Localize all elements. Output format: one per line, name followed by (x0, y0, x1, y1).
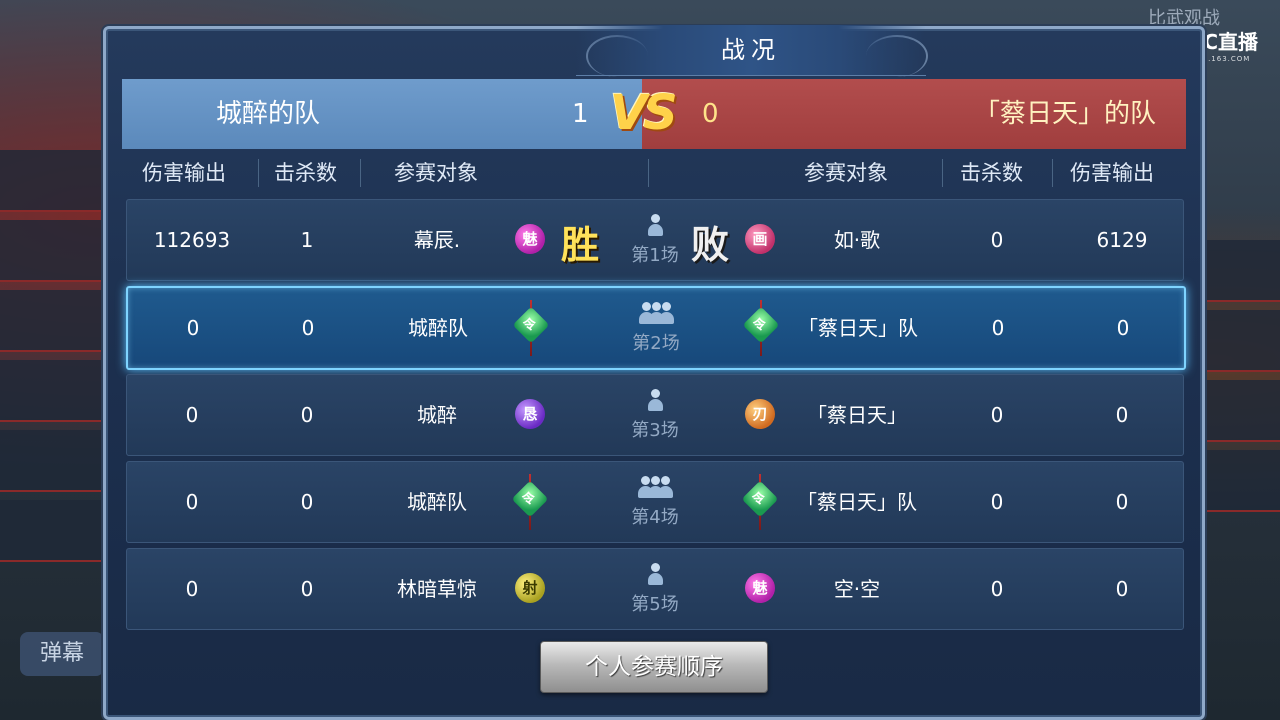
danmaku-button[interactable]: 弹幕 (20, 632, 104, 676)
team-icon (636, 302, 676, 332)
participant-right: 「蔡日天」队 (797, 490, 917, 514)
roster-slot (1200, 310, 1280, 372)
damage-left: 0 (185, 403, 199, 427)
match-number: 第2场 (632, 333, 680, 354)
roster-slot (0, 360, 110, 422)
lose-label: 败 (691, 223, 730, 267)
kills-right: 0 (990, 490, 1004, 514)
left-team-banner (122, 79, 642, 149)
header-participant-left: 参赛对象 (394, 161, 478, 185)
damage-left: 0 (185, 490, 199, 514)
roster-slot (1200, 450, 1280, 512)
header-damage-right: 伤害输出 (1070, 161, 1154, 185)
match-row-5[interactable]: 0 0 林暗草惊 射 第5场 魅 空·空 0 0 (126, 548, 1184, 630)
damage-right: 0 (1115, 490, 1129, 514)
header-divider (1052, 159, 1053, 187)
participant-right: 「蔡日天」 (807, 403, 907, 427)
team-token-right-label: 令 (752, 492, 766, 508)
roster-slot (0, 430, 110, 492)
participant-right: 如·歌 (833, 228, 881, 252)
class-badge-right: 魅 (745, 573, 775, 603)
kills-right: 0 (990, 403, 1004, 427)
right-team-score: 0 (702, 99, 719, 129)
damage-right: 0 (1115, 577, 1129, 601)
match-row-2[interactable]: 0 0 城醉队 令 第2场 令 「蔡日天」队 0 0 (126, 286, 1186, 370)
kills-right: 0 (991, 316, 1005, 340)
battle-status-panel: 战况 城醉的队 1 VS 0 「蔡日天」的队 伤害输出 击杀数 参赛对象 参赛对… (103, 25, 1205, 720)
kills-left: 0 (300, 490, 314, 514)
damage-right: 0 (1115, 403, 1129, 427)
roster-slot (0, 220, 110, 282)
participant-left: 幕辰. (413, 228, 461, 252)
single-player-icon (635, 563, 675, 593)
team-token-right: 令 (741, 480, 779, 518)
match-number: 第3场 (631, 420, 679, 441)
left-team-name: 城醉的队 (216, 99, 321, 129)
match-number: 第5场 (631, 594, 679, 615)
participant-left: 城醉 (417, 403, 457, 427)
kills-right: 0 (990, 228, 1004, 252)
background-left-roster (0, 150, 110, 620)
participant-right: 空·空 (833, 577, 881, 601)
panel-title: 战况 (576, 25, 926, 76)
header-divider (942, 159, 943, 187)
header-divider (360, 159, 361, 187)
match-number: 第4场 (631, 507, 679, 528)
class-badge-left: 恳 (515, 399, 545, 429)
damage-left: 0 (185, 577, 199, 601)
kills-left: 1 (300, 228, 314, 252)
participant-right: 「蔡日天」队 (798, 316, 918, 340)
match-row-3[interactable]: 0 0 城醉 恳 第3场 刃 「蔡日天」 0 0 (126, 374, 1184, 456)
team-token-left-label: 令 (522, 492, 536, 508)
roster-slot (1200, 240, 1280, 302)
team-token-right-label: 令 (753, 318, 767, 334)
single-player-icon (635, 389, 675, 419)
roster-slot (0, 150, 110, 212)
left-team-score: 1 (572, 99, 589, 129)
match-row-4[interactable]: 0 0 城醉队 令 第4场 令 「蔡日天」队 0 0 (126, 461, 1184, 543)
match-number: 第1场 (631, 245, 679, 266)
team-token-left-label: 令 (523, 318, 537, 334)
vs-emblem: VS (610, 85, 678, 141)
class-badge-left: 射 (515, 573, 545, 603)
kills-left: 0 (300, 577, 314, 601)
participant-left: 城醉队 (408, 316, 468, 340)
class-badge-right: 刃 (745, 399, 775, 429)
match-row-1[interactable]: 112693 1 幕辰. 魅 胜 第1场 败 画 如·歌 0 6129 (126, 199, 1184, 281)
header-participant-right: 参赛对象 (804, 161, 888, 185)
header-damage-left: 伤害输出 (142, 161, 226, 185)
kills-left: 0 (300, 403, 314, 427)
personal-order-button[interactable]: 个人参赛顺序 (540, 641, 768, 693)
damage-left: 0 (186, 316, 200, 340)
header-divider (648, 159, 649, 187)
roster-slot (1200, 380, 1280, 442)
header-divider (258, 159, 259, 187)
team-icon (635, 476, 675, 506)
team-token-left: 令 (511, 480, 549, 518)
team-token-left: 令 (512, 306, 550, 344)
single-player-icon (635, 214, 675, 244)
participant-left: 林暗草惊 (397, 577, 477, 601)
right-team-name: 「蔡日天」的队 (973, 99, 1156, 129)
score-bar: 城醉的队 1 VS 0 「蔡日天」的队 (122, 79, 1186, 149)
header-kills-right: 击杀数 (960, 161, 1023, 185)
team-token-right: 令 (742, 306, 780, 344)
kills-right: 0 (990, 577, 1004, 601)
roster-slot (0, 500, 110, 562)
win-label: 胜 (561, 223, 600, 267)
roster-slot (0, 290, 110, 352)
damage-right: 6129 (1096, 228, 1148, 252)
participant-left: 城醉队 (407, 490, 467, 514)
damage-left: 112693 (153, 228, 231, 252)
header-kills-left: 击杀数 (274, 161, 337, 185)
background-right-roster (1200, 240, 1280, 580)
table-header: 伤害输出 击杀数 参赛对象 参赛对象 击杀数 伤害输出 (122, 151, 1186, 195)
kills-left: 0 (301, 316, 315, 340)
class-badge-right: 画 (745, 224, 775, 254)
damage-right: 0 (1116, 316, 1130, 340)
class-badge-left: 魅 (515, 224, 545, 254)
